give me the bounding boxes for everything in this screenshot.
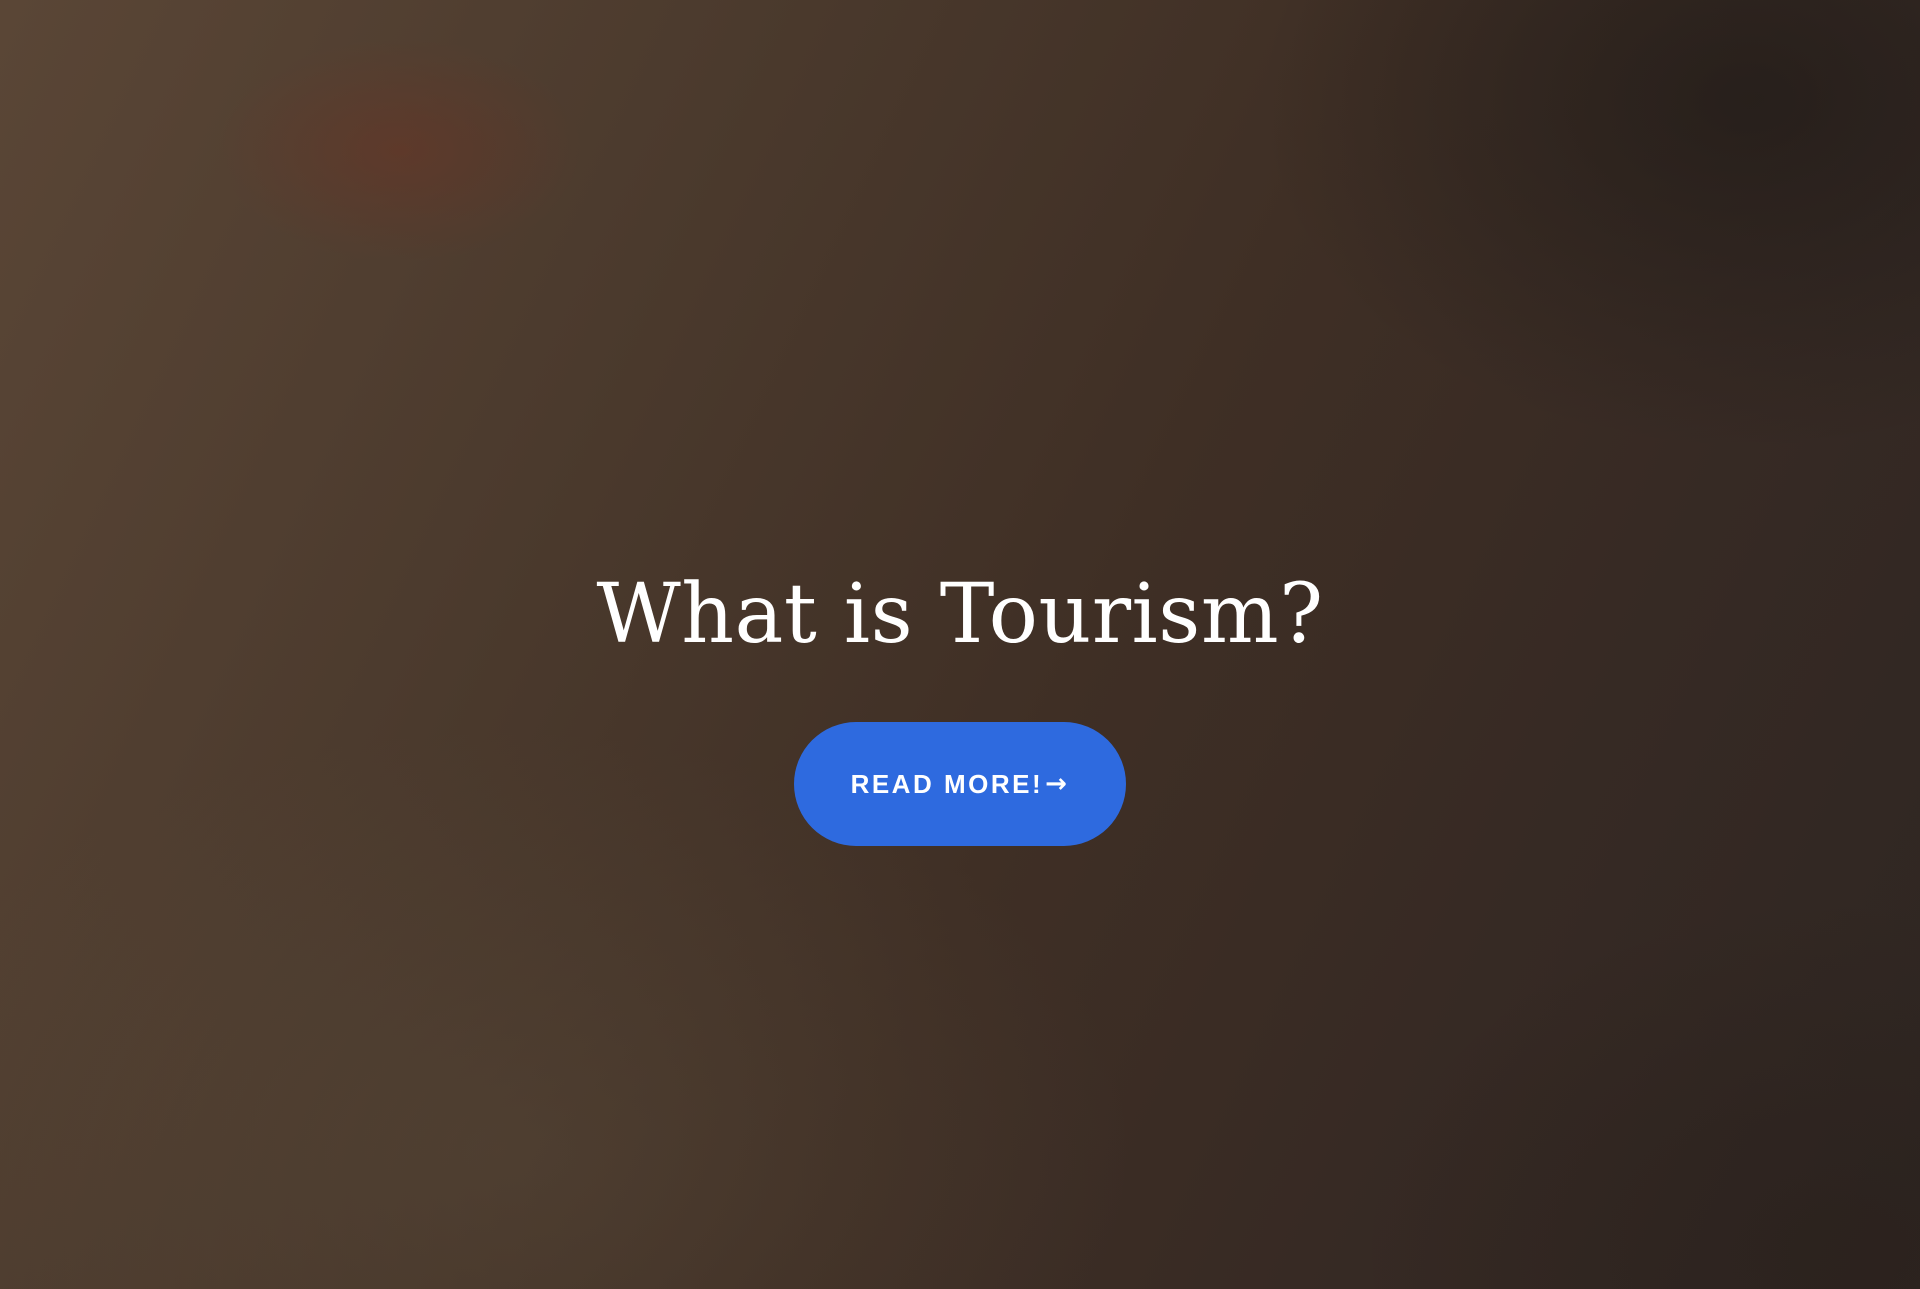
arrow-right-icon: →: [1045, 769, 1070, 799]
hero-title: What is Tourism?: [596, 567, 1324, 662]
hero-content: What is Tourism? READ MORE! →: [0, 560, 1920, 846]
read-more-label: READ MORE!: [850, 768, 1044, 799]
read-more-button[interactable]: READ MORE! →: [794, 722, 1126, 846]
hero-section: What is Tourism? READ MORE! →: [0, 0, 1920, 1289]
